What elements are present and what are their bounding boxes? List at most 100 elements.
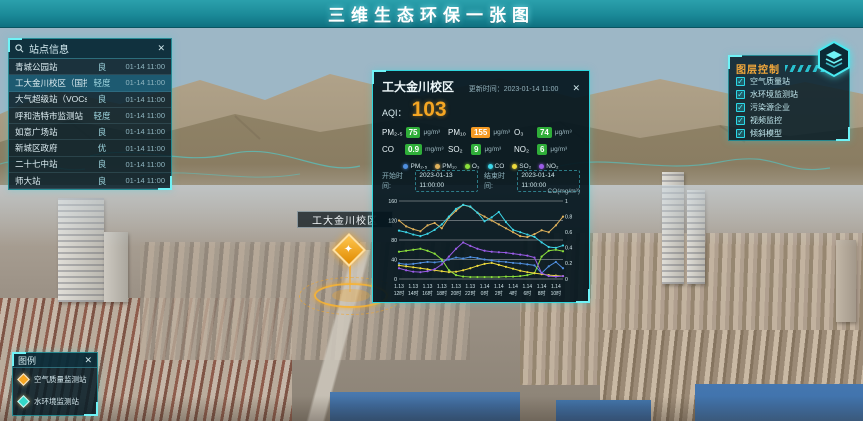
pollutant-unit: μg/m³ (550, 146, 567, 153)
legend-dot-icon (403, 164, 408, 169)
layer-checkbox[interactable]: ✓ (736, 103, 745, 112)
svg-text:160: 160 (388, 199, 397, 205)
pollutant-name: NO₂ (514, 145, 534, 154)
station-name: 如意广场站 (15, 126, 87, 138)
layer-items: ✓空气质量站✓水环境监测站✓污染源企业✓视频监控✓倾斜模型 (736, 75, 842, 140)
svg-text:1.14: 1.14 (522, 284, 532, 290)
svg-text:120: 120 (388, 218, 397, 224)
layer-item[interactable]: ✓水环境监测站 (736, 88, 842, 101)
svg-text:18时: 18时 (437, 290, 448, 297)
station-detail-popup: 工大金川校区 更新时间：2023-01-14 11:00 ✕ AQI： 103 … (372, 70, 590, 303)
update-time: 更新时间：2023-01-14 11:00 (460, 84, 566, 94)
station-row[interactable]: 呼和浩特市监测站轻度01-14 11:00 (9, 108, 171, 124)
station-status: 优 (91, 142, 113, 154)
layer-item[interactable]: ✓ 倾斜模型 (736, 127, 842, 140)
legend-label: CO (495, 163, 505, 170)
svg-text:0.2: 0.2 (565, 261, 572, 267)
pollutant-value-badge: 9 (471, 144, 481, 155)
pollutant-unit: μg/m³ (484, 146, 501, 153)
svg-text:1.13: 1.13 (423, 284, 433, 290)
pollutant-value-badge: 6 (537, 144, 547, 155)
pollutant-cell: SO₂9μg/m³ (448, 141, 514, 158)
start-time-input[interactable]: 2023-01-13 11:00:00 (415, 170, 478, 192)
pollutant-value-badge: 75 (406, 127, 421, 138)
layer-label: 视频监控 (750, 115, 782, 126)
station-update-time: 01-14 11:00 (117, 78, 165, 87)
station-status: 良 (91, 93, 113, 105)
station-row[interactable]: 师大站良01-14 11:00 (9, 173, 171, 189)
station-row[interactable]: 如意广场站良 01-14 11:00 (9, 124, 171, 140)
station-name: 新城区政府 (15, 142, 87, 154)
close-icon[interactable]: ✕ (157, 43, 165, 54)
chart-legend-item[interactable]: PM₁₀ (435, 163, 457, 170)
legend-label: O₃ (472, 163, 480, 170)
close-icon[interactable]: ✕ (84, 355, 92, 366)
pollutant-name: SO₂ (448, 145, 468, 154)
legend-label: PM₁₀ (442, 163, 457, 170)
app-header: 三维生态环保一张图 (0, 0, 863, 28)
station-row[interactable]: 大气超级站（VOCs）良01-14 11:00 (9, 92, 171, 108)
svg-text:12时: 12时 (394, 290, 405, 297)
pollutant-name: PM₁₀ (448, 128, 468, 137)
svg-text:1.13: 1.13 (437, 284, 447, 290)
pollutant-cell: CO0.9mg/m³ (382, 141, 448, 158)
station-update-time: 01-14 11:00 (117, 144, 165, 153)
update-time-value: 2023-01-14 11:00 (504, 86, 559, 93)
legend-item: 空气质量监测站 (13, 368, 97, 390)
legend-item-label: 水环境监测站 (34, 396, 79, 407)
layer-item[interactable]: ✓ 视频监控 (736, 114, 842, 127)
station-update-time: 01-14 11:00 (117, 62, 165, 71)
popup-title: 工大金川校区 (382, 78, 454, 95)
layer-label: 倾斜模型 (750, 128, 782, 139)
chart-legend-item[interactable]: NO₂ (539, 163, 558, 170)
svg-text:1.13: 1.13 (394, 284, 404, 290)
legend-item: 水环境监测站 (13, 390, 97, 412)
station-status: 轻度 (91, 110, 113, 122)
station-update-time: 01-14 11:00 (117, 127, 165, 136)
pollutant-value-badge: 155 (471, 127, 490, 138)
station-name: 青城公园站 (15, 61, 87, 73)
pollutant-trend-chart[interactable]: 0408012016000.20.40.60.811.1312时1.1314时1… (382, 197, 582, 301)
foreground-shade (0, 396, 863, 421)
close-icon[interactable]: ✕ (572, 83, 580, 94)
station-row[interactable]: 新城区政府优 01-14 11:00 (9, 140, 171, 156)
chart-legend-item[interactable]: O₃ (465, 163, 480, 170)
marker-ring-fill (332, 289, 370, 302)
svg-text:0: 0 (394, 277, 397, 283)
layer-checkbox[interactable]: ✓ (736, 116, 745, 125)
aqi-value: 103 (412, 98, 447, 122)
legend-panel-header: 图例 ✕ (13, 353, 97, 368)
station-row[interactable]: 二十七中站良01-14 11:00 (9, 157, 171, 173)
svg-text:10时: 10时 (551, 290, 562, 297)
station-rows: 青城公园站良01-14 11:00工大金川校区（国控）轻度01-14 11:00… (9, 59, 171, 189)
chart-legend-item[interactable]: PM₂.₅ (403, 163, 427, 170)
map-legend-panel: 图例 ✕ 空气质量监测站水环境监测站 (12, 352, 98, 416)
svg-text:0.6: 0.6 (565, 230, 572, 236)
map-3d-view[interactable]: 三维生态环保一张图 工大金川校区 ✦ 站点信息 ✕ 青城公园站良01-14 11… (0, 0, 863, 421)
station-name: 二十七中站 (15, 158, 87, 170)
svg-text:2时: 2时 (495, 290, 503, 297)
svg-text:0.4: 0.4 (565, 246, 572, 252)
pollutant-unit: μg/m³ (493, 129, 510, 136)
layer-item[interactable]: ✓污染源企业 (736, 101, 842, 114)
chart-legend-item[interactable]: SO₂ (512, 163, 531, 170)
layers-hex-icon[interactable] (815, 40, 853, 78)
svg-text:0时: 0时 (481, 290, 489, 297)
start-time-label: 开始时间: (382, 171, 409, 191)
station-list-panel: 站点信息 ✕ 青城公园站良01-14 11:00工大金川校区（国控）轻度01-1… (8, 38, 172, 190)
station-row[interactable]: 青城公园站良 01-14 11:00 (9, 59, 171, 75)
svg-text:20时: 20时 (451, 290, 462, 297)
svg-text:8时: 8时 (538, 290, 546, 297)
layer-checkbox[interactable]: ✓ (736, 77, 745, 86)
station-status: 轻度 (91, 77, 113, 89)
pollutant-unit: μg/m³ (555, 129, 572, 136)
chart-legend-item[interactable]: CO (488, 163, 505, 170)
svg-text:1.13: 1.13 (408, 284, 418, 290)
station-status: 良 (91, 61, 113, 73)
legend-label: PM₂.₅ (410, 163, 427, 170)
layer-checkbox[interactable]: ✓ (736, 129, 745, 138)
station-row[interactable]: 工大金川校区（国控） 轻度 01-14 11:00 (9, 75, 171, 91)
station-name: 工大金川校区（国控） (15, 77, 87, 89)
layer-checkbox[interactable]: ✓ (736, 90, 745, 99)
station-status: 良 (91, 126, 113, 138)
